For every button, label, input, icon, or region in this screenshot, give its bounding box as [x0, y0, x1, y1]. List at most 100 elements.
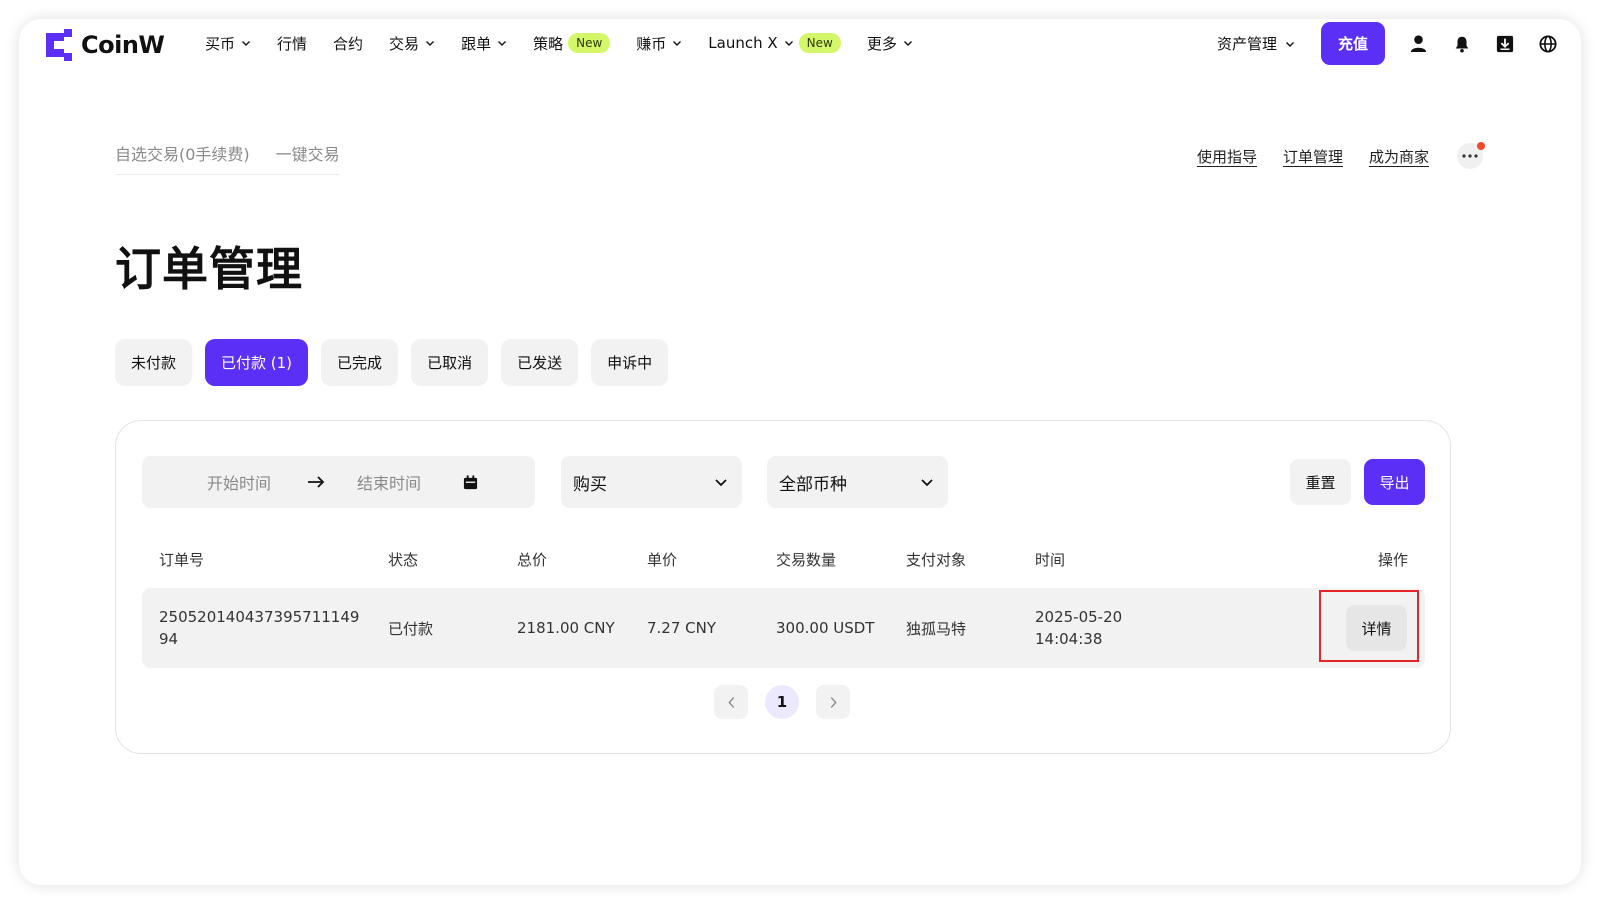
reset-button[interactable]: 重置: [1290, 459, 1351, 505]
tab-appeal[interactable]: 申诉中: [591, 339, 669, 386]
coinw-logo-icon: [46, 29, 72, 61]
tab-unpaid[interactable]: 未付款: [115, 339, 193, 386]
unit-price-cell: 7.27 CNY: [647, 619, 717, 637]
nav-item-label: 买币: [205, 34, 236, 53]
nav-item-earn[interactable]: 赚币: [636, 33, 682, 54]
brand-name: CoinW: [81, 31, 165, 59]
date-range-picker[interactable]: 开始时间 结束时间: [142, 456, 535, 508]
globe-icon[interactable]: [1538, 34, 1557, 53]
column-header-time: 时间: [1035, 551, 1066, 569]
column-header-action: 操作: [1378, 551, 1409, 569]
tab-cancelled[interactable]: 已取消: [411, 339, 489, 386]
calendar-icon[interactable]: [463, 474, 478, 490]
nav-item-more[interactable]: 更多: [867, 33, 913, 54]
export-button[interactable]: 导出: [1364, 459, 1425, 505]
column-header-quantity: 交易数量: [776, 551, 837, 569]
chevron-left-icon: [727, 696, 734, 708]
column-header-total: 总价: [517, 551, 548, 569]
orders-panel: 开始时间 结束时间 购买 全部币种 重置 导出 订单号 状态 总价 单价 交易数…: [115, 420, 1451, 754]
nav-right: 资产管理 充值: [1217, 22, 1557, 65]
recharge-button[interactable]: 充值: [1321, 22, 1385, 65]
chevron-down-icon: [498, 41, 507, 46]
nav-item-launch-x[interactable]: Launch X New: [708, 33, 841, 53]
nav-item-label: 更多: [866, 34, 897, 53]
nav-item-strategy[interactable]: 策略 New: [533, 33, 611, 54]
nav-item-label: 跟单: [461, 34, 492, 53]
coin-select[interactable]: 全部币种: [767, 456, 948, 508]
tab-custom-trade[interactable]: 自选交易(0手续费): [115, 143, 250, 174]
nav-item-trade[interactable]: 交易: [389, 33, 435, 54]
notification-dot: [1477, 142, 1485, 150]
chevron-down-icon: [784, 41, 793, 46]
nav-item-label: 交易: [389, 34, 420, 53]
order-number-cell: 250520140437395711149 94: [159, 588, 359, 668]
prev-page-button[interactable]: [714, 685, 748, 719]
column-header-status: 状态: [388, 551, 419, 569]
payee-cell: 独孤马特: [906, 619, 967, 638]
nav-item-label: 赚币: [636, 34, 667, 53]
trade-type-value: 购买: [573, 474, 607, 495]
table-header: 订单号 状态 总价 单价 交易数量 支付对象 时间 操作: [142, 549, 1425, 571]
time-cell: 2025-05-20 14:04:38: [1035, 588, 1122, 668]
logo[interactable]: CoinW: [46, 29, 165, 61]
start-date-input[interactable]: 开始时间: [207, 470, 271, 494]
column-header-order-no: 订单号: [159, 551, 205, 569]
total-price-cell: 2181.00 CNY: [517, 619, 615, 637]
tab-completed[interactable]: 已完成: [321, 339, 399, 386]
nav-item-label: 合约: [333, 34, 364, 53]
chevron-down-icon: [1286, 41, 1294, 47]
chevron-down-icon: [715, 479, 727, 487]
order-management-link[interactable]: 订单管理: [1283, 146, 1343, 167]
column-header-payee: 支付对象: [906, 551, 967, 569]
more-dots-icon: [1462, 154, 1478, 158]
chevron-down-icon: [242, 41, 251, 46]
order-status-tabs: 未付款 已付款 (1) 已完成 已取消 已发送 申诉中: [115, 339, 669, 386]
download-icon[interactable]: [1495, 34, 1514, 53]
highlight-annotation-box: [1319, 590, 1419, 662]
pagination: 1: [714, 685, 850, 719]
chevron-down-icon: [673, 41, 682, 46]
chevron-down-icon: [921, 479, 933, 487]
arrow-right-icon: [308, 476, 325, 488]
tab-one-click-trade[interactable]: 一键交易: [276, 143, 340, 174]
next-page-button[interactable]: [816, 685, 850, 719]
nav-item-futures[interactable]: 合约: [333, 33, 363, 54]
top-nav: CoinW 买币 行情 合约 交易 跟单 策略 New 赚币 Launch X …: [19, 19, 1581, 67]
app-window: CoinW 买币 行情 合约 交易 跟单 策略 New 赚币 Launch X …: [19, 19, 1581, 885]
nav-item-label: 策略: [533, 34, 564, 53]
bell-icon[interactable]: [1452, 34, 1471, 53]
table-row: 250520140437395711149 94 已付款 2181.00 CNY…: [142, 588, 1425, 668]
order-number-line: 250520140437395711149: [159, 608, 360, 626]
nav-item-buy-crypto[interactable]: 买币: [205, 33, 251, 54]
trade-mode-tabs: 自选交易(0手续费) 一键交易: [115, 143, 340, 175]
time-value: 14:04:38: [1035, 630, 1103, 648]
main-menu: 买币 行情 合约 交易 跟单 策略 New 赚币 Launch X New 更多: [205, 31, 939, 55]
asset-management-label: 资产管理: [1216, 35, 1277, 53]
become-merchant-link[interactable]: 成为商家: [1369, 146, 1429, 167]
chevron-down-icon: [903, 41, 912, 46]
trade-type-select[interactable]: 购买: [561, 456, 742, 508]
nav-item-label: Launch X: [708, 34, 778, 52]
chevron-down-icon: [426, 41, 435, 46]
nav-item-market[interactable]: 行情: [277, 33, 307, 54]
date-value: 2025-05-20: [1035, 608, 1123, 626]
more-options-button[interactable]: [1457, 142, 1485, 169]
column-header-unit-price: 单价: [647, 551, 678, 569]
user-icon[interactable]: [1409, 34, 1428, 53]
chevron-right-icon: [830, 696, 837, 708]
new-badge: New: [568, 33, 611, 53]
quantity-cell: 300.00 USDT: [776, 619, 875, 637]
tab-released[interactable]: 已发送: [501, 339, 579, 386]
coin-value: 全部币种: [779, 474, 847, 495]
nav-item-copy-trading[interactable]: 跟单: [461, 33, 507, 54]
page-number-button[interactable]: 1: [765, 685, 799, 719]
order-number-line: 94: [159, 630, 179, 648]
guide-link[interactable]: 使用指导: [1197, 146, 1257, 167]
tab-paid[interactable]: 已付款 (1): [205, 339, 309, 386]
asset-management-menu[interactable]: 资产管理: [1217, 33, 1295, 54]
page-title: 订单管理: [115, 242, 303, 296]
top-links: 使用指导 订单管理 成为商家: [1171, 142, 1485, 169]
status-cell: 已付款: [388, 619, 434, 638]
new-badge: New: [798, 33, 841, 53]
end-date-input[interactable]: 结束时间: [357, 470, 421, 494]
